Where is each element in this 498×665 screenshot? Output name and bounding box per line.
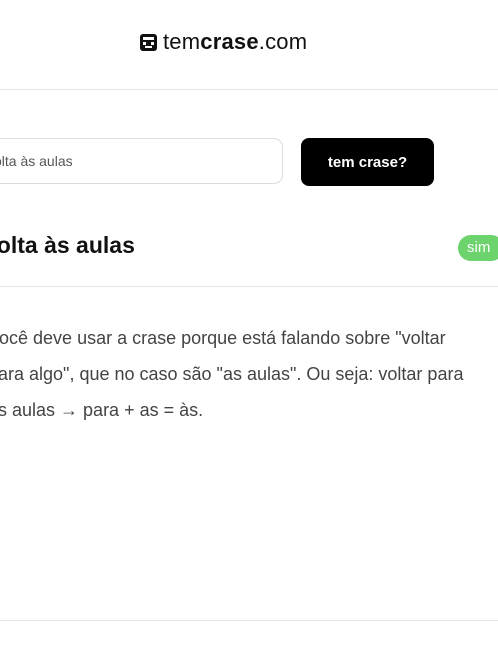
logo-prefix: tem [163,29,201,54]
result-badge: sim [458,235,498,261]
search-input[interactable] [0,139,282,183]
search-box [0,138,283,184]
explanation-line: para algo", que no caso são "as aulas". … [0,364,464,384]
check-crase-button[interactable]: tem crase? [301,138,434,186]
footer-divider [0,620,498,621]
divider [0,286,498,287]
explanation-line: as aulas → para + as = às. [0,400,204,420]
result-title: volta às aulas [0,232,135,258]
logo-suffix: .com [258,29,308,54]
explanation-line: Você deve usar a crase porque está falan… [0,328,446,348]
result-explanation: Você deve usar a crase porque está falan… [0,320,498,428]
logo-text: temcrase.com [163,29,307,55]
face-logo-icon [140,33,157,51]
site-logo[interactable]: temcrase.com [140,29,307,55]
site-header: temcrase.com [0,0,498,90]
logo-bold: crase [200,29,259,54]
